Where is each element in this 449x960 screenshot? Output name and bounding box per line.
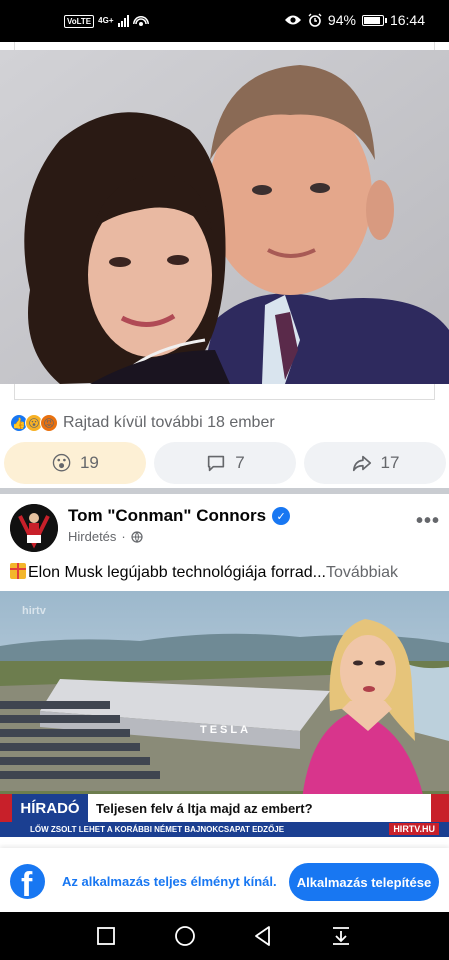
tesla-sign: TESLA xyxy=(200,724,251,736)
author-name-text[interactable]: Tom "Conman" Connors xyxy=(68,506,266,526)
subline-text: LŐW ZSOLT LEHET A KORÁBBI NÉMET BAJNOKCS… xyxy=(30,825,285,834)
feed-divider xyxy=(0,488,449,494)
ticker-subline: LŐW ZSOLT LEHET A KORÁBBI NÉMET BAJNOKCS… xyxy=(0,822,449,837)
verified-badge-icon: ✓ xyxy=(272,507,291,525)
hirtv-watermark: hirtv xyxy=(22,605,46,617)
ticker-accent xyxy=(431,794,449,822)
status-left: VoLTE 4G+ xyxy=(64,14,149,28)
clock: 16:44 xyxy=(389,12,425,28)
share-count: 17 xyxy=(380,453,400,472)
reactions-text: Rajtad kívül további 18 ember xyxy=(63,414,275,431)
comment-count: 7 xyxy=(235,453,245,472)
reactions-summary[interactable]: 👍 😮 😡 Rajtad kívül további 18 ember xyxy=(10,414,275,432)
volte-icon: VoLTE xyxy=(64,14,95,28)
status-bar: VoLTE 4G+ 94% 16:44 xyxy=(0,0,449,42)
comment-icon xyxy=(208,455,225,472)
sponsored-label: Hirdetés · xyxy=(68,529,143,544)
separator-dot: · xyxy=(121,529,126,544)
share-icon xyxy=(352,455,371,472)
see-more-link[interactable]: Továbbiak xyxy=(326,564,398,581)
ad-post-text: Elon Musk legújabb technológiája forrad.… xyxy=(10,563,449,582)
globe-icon xyxy=(131,530,143,543)
wow-icon: 😮 xyxy=(51,452,72,475)
author-avatar[interactable] xyxy=(10,504,58,552)
recents-icon[interactable] xyxy=(94,924,118,948)
hirado-label: HÍRADÓ xyxy=(0,794,88,822)
author-name[interactable]: Tom "Conman" Connors ✓ xyxy=(68,506,291,526)
facebook-logo-letter: f xyxy=(21,866,33,899)
hotspot-icon xyxy=(132,16,149,26)
angry-reaction-icon: 😡 xyxy=(40,414,58,432)
comment-button[interactable]: 7 xyxy=(154,442,296,484)
ad-post-header: Tom "Conman" Connors ✓ Hirdetés · ••• xyxy=(10,502,442,554)
banner-message: Az alkalmazás teljes élményt kínál. xyxy=(62,874,277,889)
facebook-logo-icon: f xyxy=(10,864,45,899)
ticker-headline: Teljesen felv á ltja majd az embert? xyxy=(88,794,431,822)
gift-icon xyxy=(10,563,26,579)
install-app-button[interactable]: Alkalmazás telepítése xyxy=(289,863,439,901)
alarm-icon xyxy=(308,13,322,27)
reaction-count: 19 xyxy=(79,453,99,472)
back-icon[interactable] xyxy=(251,924,275,948)
news-ticker: HÍRADÓ Teljesen felv á ltja majd az embe… xyxy=(0,794,449,837)
eye-icon xyxy=(284,15,301,25)
channel-badge: HIRTV.HU xyxy=(389,823,439,835)
status-right: 94% 16:44 xyxy=(284,12,425,28)
couple-photo[interactable] xyxy=(0,50,449,384)
signal-icon xyxy=(117,15,129,27)
ad-image[interactable]: TESLA hirtv HÍRADÓ Teljesen felv á ltja … xyxy=(0,591,449,837)
system-nav-bar xyxy=(0,912,449,960)
ad-text: Elon Musk legújabb technológiája forrad.… xyxy=(28,564,326,581)
post-actions: 😮 19 7 17 xyxy=(4,442,446,484)
battery-percent: 94% xyxy=(327,12,356,28)
sponsored-text: Hirdetés xyxy=(68,529,117,544)
battery-icon xyxy=(361,14,387,26)
home-icon[interactable] xyxy=(173,924,197,948)
more-options-icon[interactable]: ••• xyxy=(416,510,440,533)
app-install-banner: f Az alkalmazás teljes élményt kínál. Al… xyxy=(0,848,449,912)
reaction-button[interactable]: 😮 19 xyxy=(4,442,146,484)
notification-pulldown-icon[interactable] xyxy=(329,924,353,948)
shared-post-card[interactable] xyxy=(0,42,449,400)
share-button[interactable]: 17 xyxy=(304,442,446,484)
network-type: 4G+ xyxy=(98,16,114,25)
